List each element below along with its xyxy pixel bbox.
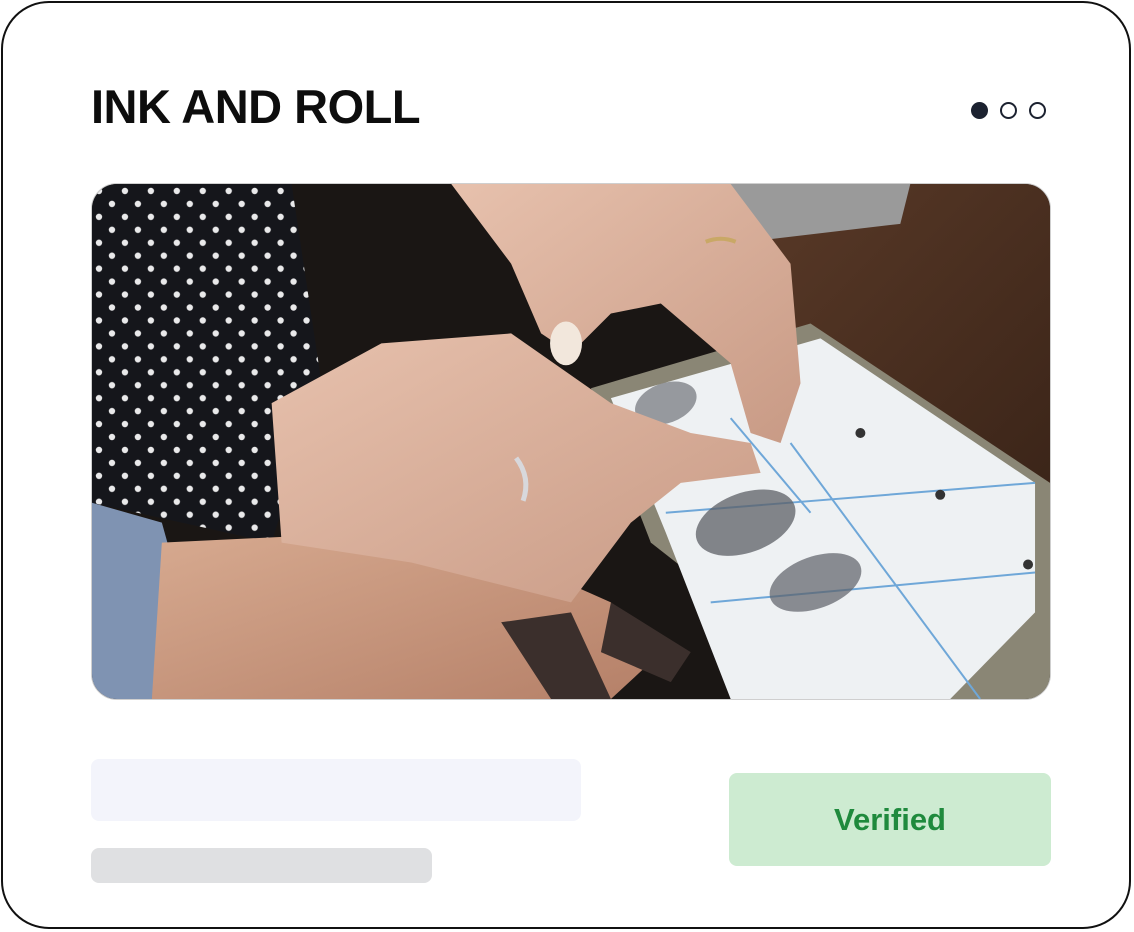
pagination-dot-3[interactable] <box>1029 102 1046 119</box>
carousel-pagination <box>971 102 1046 119</box>
pagination-dot-1[interactable] <box>971 102 988 119</box>
text-placeholder-bar <box>91 759 581 821</box>
pagination-dot-2[interactable] <box>1000 102 1017 119</box>
ink-and-roll-photo <box>91 183 1051 700</box>
fingerprinting-illustration <box>92 184 1050 699</box>
verified-status-label: Verified <box>834 801 946 837</box>
fingerprint-method-card: INK AND ROLL Verified <box>1 1 1131 929</box>
card-title: INK AND ROLL <box>91 80 421 133</box>
text-placeholder-bar-short <box>91 848 432 883</box>
verified-status-badge: Verified <box>729 773 1051 866</box>
